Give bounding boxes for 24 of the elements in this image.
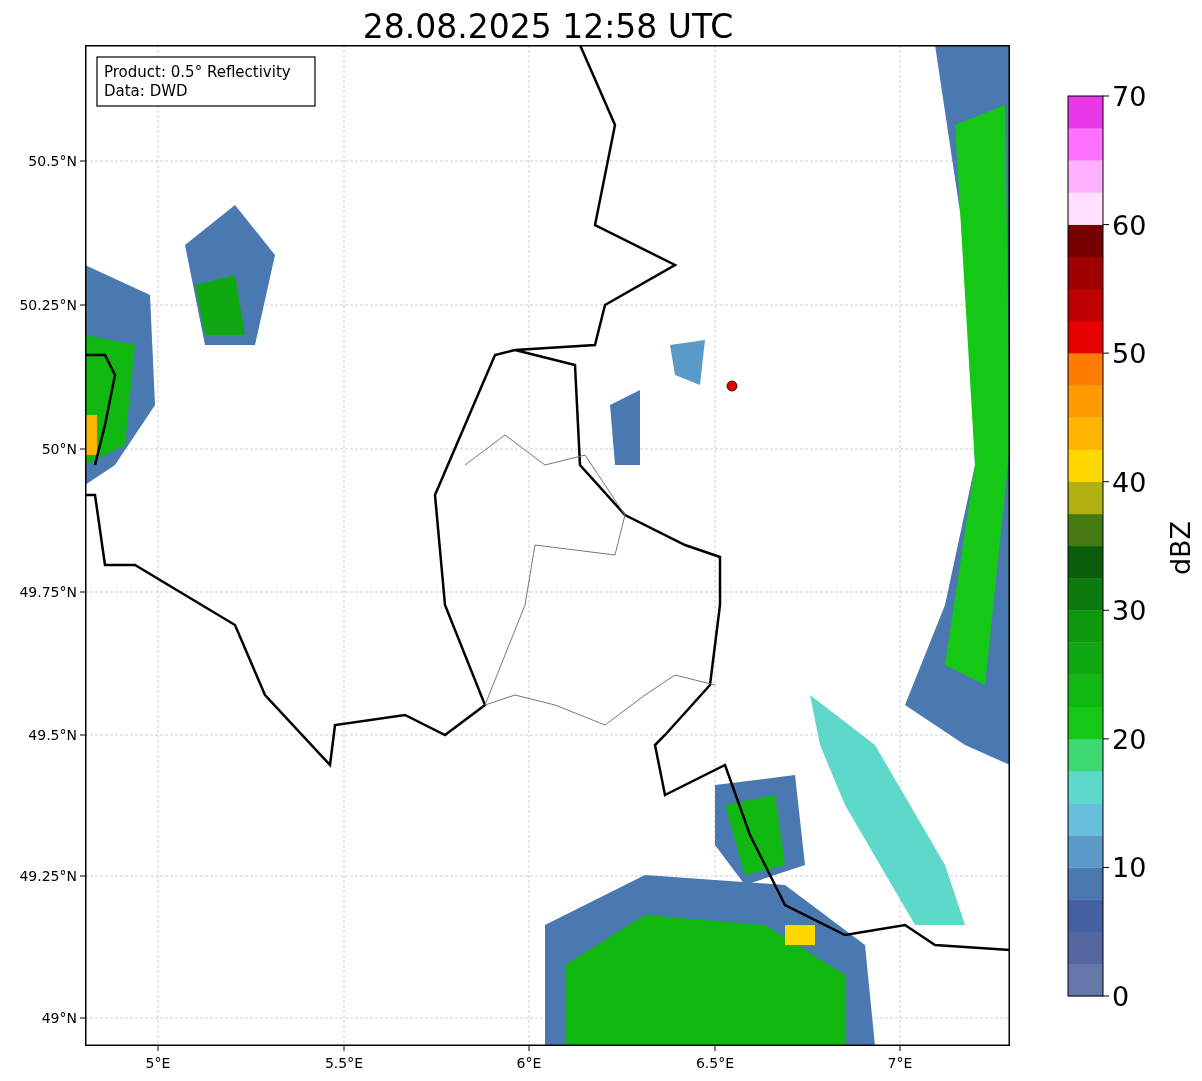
axis-tick-label: 49.5°N bbox=[28, 727, 77, 743]
colorbar-tick-label: 20 bbox=[1112, 723, 1147, 755]
colorbar-tick-label: 10 bbox=[1112, 852, 1147, 884]
colorbar-tick-label: 0 bbox=[1112, 981, 1130, 1012]
legend-text: Product: 0.5° Reflectivity bbox=[104, 63, 291, 81]
colorbar-tick-label: 60 bbox=[1112, 209, 1147, 241]
axis-tick-label: 6.5°E bbox=[695, 1055, 735, 1071]
colorbar-tick-label: 40 bbox=[1112, 466, 1147, 498]
axis-tick-label: 49.75°N bbox=[19, 584, 77, 600]
axis-tick-label: 49°N bbox=[41, 1010, 77, 1026]
axis-tick-label: 50.5°N bbox=[28, 153, 77, 169]
axis-tick-label: 49.25°N bbox=[19, 868, 77, 884]
axis-tick-label: 50.25°N bbox=[19, 297, 77, 313]
colorbar-tick-label: 70 bbox=[1112, 81, 1147, 112]
axis-tick-label: 50°N bbox=[41, 441, 77, 457]
legend-text: Data: DWD bbox=[104, 82, 188, 100]
axis-tick-label: 5.5°E bbox=[324, 1055, 364, 1071]
axis-tick-label: 6°E bbox=[516, 1055, 542, 1071]
colorbar-label: dBZ bbox=[1165, 520, 1196, 576]
axis-tick-label: 5°E bbox=[145, 1055, 171, 1071]
colorbar-tick-label: 50 bbox=[1112, 338, 1147, 370]
axis-tick-label: 7°E bbox=[887, 1055, 913, 1071]
chart-title: 28.08.2025 12:58 UTC bbox=[362, 7, 734, 46]
colorbar-tick-label: 30 bbox=[1112, 595, 1147, 627]
